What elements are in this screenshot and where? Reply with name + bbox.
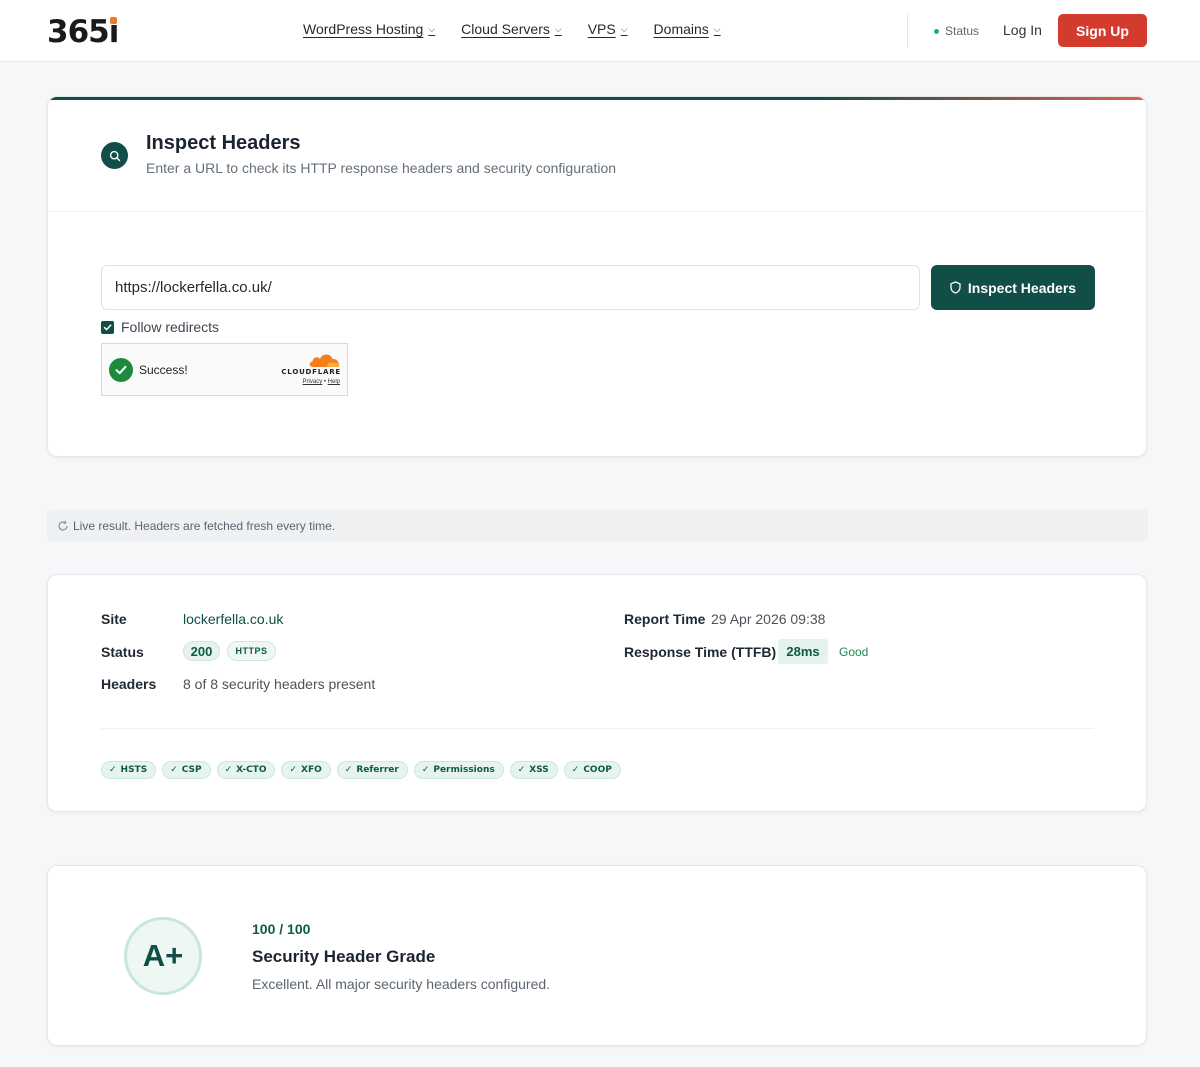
header-tag-xss: ✓ XSS bbox=[509, 761, 558, 779]
captcha-widget[interactable]: Success! CLOUDFLARE Privacy • Help bbox=[101, 343, 348, 396]
nav-domains[interactable]: Domains ⌵ bbox=[654, 21, 721, 37]
logo-text: 365 bbox=[47, 14, 110, 50]
ttfb-rating: Good bbox=[839, 645, 869, 659]
ttfb-value-badge: 28ms bbox=[778, 639, 828, 664]
inspect-headers-button-label: Inspect Headers bbox=[967, 279, 1077, 296]
site-label: Site bbox=[101, 611, 127, 627]
https-badge: HTTPS bbox=[227, 641, 276, 661]
page-title: Inspect Headers bbox=[146, 132, 301, 154]
site-value[interactable]: lockerfella.co.uk bbox=[183, 611, 283, 627]
captcha-help-link[interactable]: Help bbox=[328, 379, 340, 385]
captcha-links-separator: • bbox=[323, 379, 326, 385]
logo-accent-dot bbox=[110, 17, 118, 24]
nav-wordpress-hosting[interactable]: WordPress Hosting ⌵ bbox=[303, 21, 435, 37]
inspect-headers-button[interactable]: Inspect Headers bbox=[931, 265, 1095, 310]
inspect-headers-card: Inspect Headers Enter a URL to check its… bbox=[47, 96, 1147, 457]
header-tag-xfo: ✓ XFO bbox=[281, 761, 331, 779]
check-icon: ✓ bbox=[421, 765, 430, 775]
chevron-down-icon: ⌵ bbox=[620, 23, 628, 34]
top-navigation-bar: 365i WordPress Hosting ⌵ Cloud Servers ⌵ V… bbox=[0, 0, 1200, 62]
header-tag-referrer: ✓ Referrer bbox=[336, 761, 408, 779]
report-time-label: Report Time bbox=[624, 611, 706, 627]
status-link-label: Status bbox=[945, 24, 980, 38]
captcha-links: Privacy • Help bbox=[303, 379, 340, 385]
check-icon: ✓ bbox=[109, 765, 117, 775]
captcha-status: Success! bbox=[139, 363, 188, 377]
logo[interactable]: 365i bbox=[47, 14, 120, 50]
header-divider bbox=[907, 14, 908, 47]
logo-suffix: i bbox=[108, 14, 120, 50]
captcha-brand: CLOUDFLARE bbox=[281, 368, 341, 376]
status-link[interactable]: Status bbox=[934, 24, 979, 38]
chevron-down-icon: ⌵ bbox=[554, 23, 562, 34]
summary-divider bbox=[101, 728, 1094, 729]
captcha-privacy-link[interactable]: Privacy bbox=[303, 379, 323, 385]
grade-badge: A+ bbox=[124, 917, 202, 995]
header-tag-hsts: ✓ HSTS bbox=[101, 761, 157, 779]
live-result-notice: Live result. Headers are fetched fresh e… bbox=[47, 510, 1148, 541]
check-icon: ✓ bbox=[224, 765, 233, 775]
url-input[interactable] bbox=[101, 265, 920, 310]
ttfb-label: Response Time (TTFB) bbox=[624, 644, 777, 660]
status-code-badge: 200 bbox=[183, 641, 220, 661]
results-summary-card: Site lockerfella.co.uk Status 200 HTTPS … bbox=[47, 574, 1147, 812]
main-nav: WordPress Hosting ⌵ Cloud Servers ⌵ VPS ⌵ D… bbox=[303, 21, 747, 37]
checkbox-checked-icon bbox=[101, 320, 114, 334]
grade-description: Excellent. All major security headers co… bbox=[252, 976, 551, 992]
follow-redirects-checkbox[interactable]: Follow redirects bbox=[101, 319, 219, 335]
cloudflare-logo-icon bbox=[309, 354, 340, 367]
grade-title: Security Header Grade bbox=[252, 947, 436, 966]
search-icon bbox=[101, 142, 128, 169]
header-tag-permissions: ✓ Permissions bbox=[413, 761, 504, 779]
follow-redirects-label: Follow redirects bbox=[121, 319, 220, 335]
headers-label: Headers bbox=[101, 676, 157, 692]
status-dot-icon bbox=[934, 28, 939, 34]
captcha-success-icon bbox=[109, 358, 133, 382]
login-link[interactable]: Log In bbox=[1003, 22, 1042, 38]
card-divider bbox=[48, 211, 1146, 212]
header-tag-x-cto: ✓ X-CTO bbox=[216, 761, 276, 779]
chevron-down-icon: ⌵ bbox=[428, 23, 436, 34]
check-icon: ✓ bbox=[344, 765, 353, 775]
grade-score: 100 / 100 bbox=[252, 921, 311, 937]
page-subtitle: Enter a URL to check its HTTP response h… bbox=[146, 160, 617, 176]
headers-value: 8 of 8 security headers present bbox=[183, 676, 376, 692]
shield-icon bbox=[950, 281, 961, 294]
report-time-value: 29 Apr 2026 09:38 bbox=[711, 611, 826, 627]
card-accent-bar bbox=[48, 97, 1146, 100]
security-header-tags: ✓ HSTS ✓ CSP ✓ X-CTO ✓ XFO ✓ Referrer ✓ Permis… bbox=[101, 761, 621, 779]
status-label: Status bbox=[101, 644, 144, 660]
signup-button[interactable]: Sign Up bbox=[1058, 14, 1147, 47]
check-icon: ✓ bbox=[571, 765, 580, 775]
header-tag-coop: ✓ COOP bbox=[563, 761, 621, 779]
nav-vps[interactable]: VPS ⌵ bbox=[588, 21, 628, 37]
refresh-icon bbox=[58, 520, 68, 531]
check-icon: ✓ bbox=[170, 765, 178, 775]
nav-cloud-servers[interactable]: Cloud Servers ⌵ bbox=[461, 21, 562, 37]
check-icon: ✓ bbox=[517, 765, 526, 775]
chevron-down-icon: ⌵ bbox=[713, 23, 721, 34]
security-grade-card: A+ 100 / 100 Security Header Grade Excel… bbox=[47, 865, 1147, 1046]
check-icon: ✓ bbox=[289, 765, 298, 775]
live-result-text: Live result. Headers are fetched fresh e… bbox=[73, 518, 336, 533]
header-tag-csp: ✓ CSP bbox=[162, 761, 211, 779]
